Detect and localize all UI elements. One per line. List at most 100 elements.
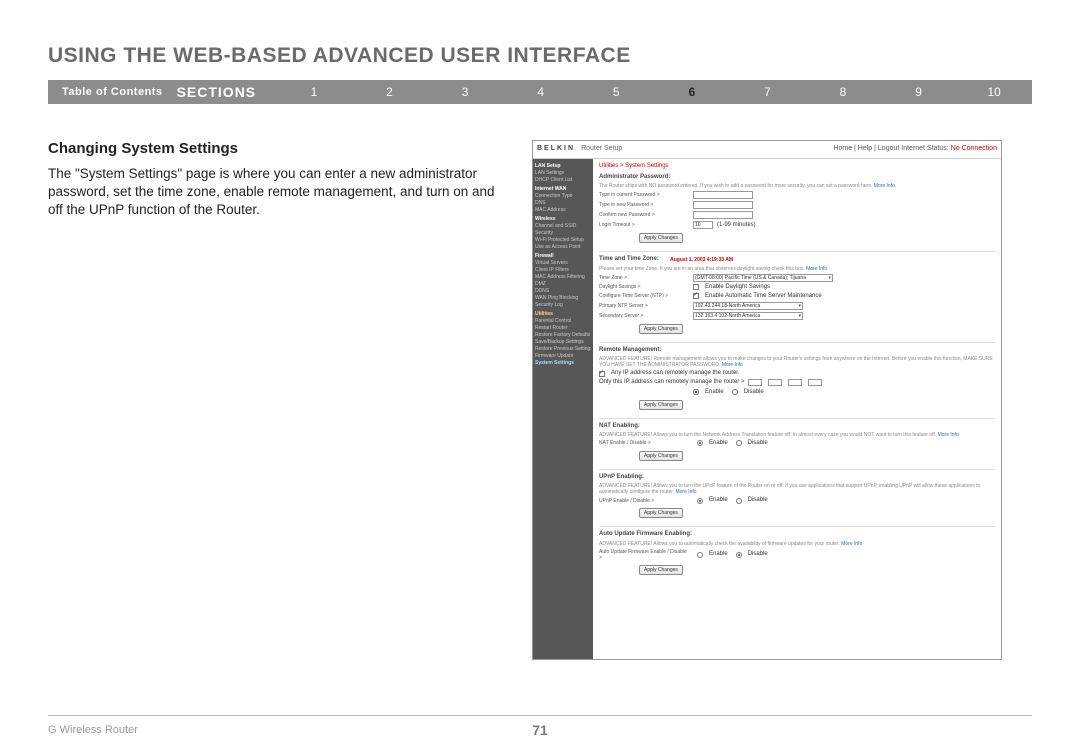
fw-label: Auto Update Firmware Enable / Disable > [599,549,689,561]
tz-label: Time Zone > [599,275,689,281]
apply-button[interactable]: Apply Changes [639,233,683,243]
side-item[interactable]: Restore Factory Defaults [535,332,591,338]
side-item[interactable]: DMZ [535,281,591,287]
remote-enable-radio[interactable] [693,389,699,395]
disable-label: Disable [748,497,768,504]
secondary-select[interactable]: 132.163.4.102-North America [693,312,803,320]
nat-desc: ADVANCED FEATURE! Allows you to turn the… [599,432,995,438]
internet-status: No Connection [951,145,997,152]
admin-heading: Administrator Password: [599,174,995,181]
side-item[interactable]: Security [535,230,591,236]
header-links[interactable]: Home | Help | Logout Internet Status: [833,145,948,152]
side-item[interactable]: Save/Backup Settings [535,339,591,345]
cur-pw-input[interactable] [693,191,753,199]
conf-pw-label: Confirm new Password > [599,212,689,218]
section-10[interactable]: 10 [956,85,1032,99]
side-item[interactable]: Security Log [535,302,591,308]
new-pw-label: Type in new Password > [599,202,689,208]
enable-label: Enable [705,389,724,396]
toc-link[interactable]: Table of Contents [48,86,177,98]
section-9[interactable]: 9 [881,85,957,99]
side-item[interactable]: MAC Address [535,207,591,213]
section-3[interactable]: 3 [427,85,503,99]
side-item[interactable]: Firmware Update [535,353,591,359]
section-5[interactable]: 5 [578,85,654,99]
more-info-link[interactable]: More Info [675,489,696,495]
ts-text: Enable Automatic Time Server Maintenance [705,293,822,300]
section-7[interactable]: 7 [730,85,806,99]
upnp-block: UPnP Enabling: ADVANCED FEATURE! Allows … [599,474,995,518]
side-item-current[interactable]: System Settings [535,360,591,366]
ds-checkbox[interactable] [693,284,699,290]
enable-label: Enable [709,551,728,558]
side-item[interactable]: Client IP Filters [535,267,591,273]
brand-sub: Router Setup [581,145,622,153]
section-1[interactable]: 1 [276,85,352,99]
upnp-enable-radio[interactable] [697,498,703,504]
more-info-link[interactable]: More Info [722,362,743,368]
nat-enable-radio[interactable] [697,440,703,446]
ip-oct-3[interactable] [788,379,802,386]
cur-pw-label: Type in current Password > [599,192,689,198]
side-item[interactable]: Restart Router [535,325,591,331]
side-item[interactable]: MAC Address Filtering [535,274,591,280]
side-item[interactable]: Restore Previous Settings [535,346,591,352]
section-2[interactable]: 2 [352,85,428,99]
more-info-link[interactable]: More Info [938,432,959,438]
fw-enable-radio[interactable] [697,552,703,558]
side-wan: Internet WAN [535,186,591,192]
fw-disable-radio[interactable] [736,552,742,558]
tz-select[interactable]: (GMT-08:00) Pacific Time (US & Canada); … [693,274,833,282]
any-ip-label: Any IP address can remotely manage the r… [611,370,740,377]
side-item[interactable]: DHCP Client List [535,177,591,183]
conf-pw-input[interactable] [693,211,753,219]
timeout-label: Login Timeout > [599,222,689,228]
timeout-input[interactable]: 10 [693,221,713,229]
apply-button[interactable]: Apply Changes [639,508,683,518]
disable-label: Disable [744,389,764,396]
nat-label: NAT Enable / Disable > [599,440,689,446]
any-ip-checkbox[interactable] [599,371,605,377]
apply-button[interactable]: Apply Changes [639,565,683,575]
side-item[interactable]: Channel and SSID [535,223,591,229]
new-pw-input[interactable] [693,201,753,209]
apply-button[interactable]: Apply Changes [639,400,683,410]
side-item[interactable]: DDNS [535,288,591,294]
more-info-link[interactable]: More Info [806,266,827,272]
secondary-label: Secondary Server > [599,313,689,319]
page-title: USING THE WEB-BASED ADVANCED USER INTERF… [48,44,1032,68]
ts-checkbox[interactable] [693,293,699,299]
nat-disable-radio[interactable] [736,440,742,446]
upnp-disable-radio[interactable] [736,498,742,504]
side-item[interactable]: Virtual Servers [535,260,591,266]
side-item[interactable]: Use as Access Point [535,244,591,250]
side-item[interactable]: LAN Settings [535,170,591,176]
apply-button[interactable]: Apply Changes [639,451,683,461]
more-info-link[interactable]: More Info [874,183,895,189]
right-column: BELKIN Router Setup Home | Help | Logout… [532,140,1032,660]
side-item[interactable]: DNS [535,200,591,206]
upnp-desc: ADVANCED FEATURE! Allows you to turn the… [599,483,995,495]
side-item[interactable]: Connection Type [535,193,591,199]
section-4[interactable]: 4 [503,85,579,99]
side-wireless: Wireless [535,216,591,222]
side-item[interactable]: Wi-Fi Protected Setup [535,237,591,243]
side-item[interactable]: Parental Control [535,318,591,324]
router-screenshot: BELKIN Router Setup Home | Help | Logout… [532,140,1002,660]
disable-label: Disable [748,440,768,447]
content: Utilities > System Settings Administrato… [593,159,1001,659]
primary-select[interactable]: 192.43.244.18-North America [693,302,803,310]
side-item[interactable]: WAN Ping Blocking [535,295,591,301]
section-8[interactable]: 8 [805,85,881,99]
nat-heading: NAT Enabling: [599,423,995,430]
ip-oct-1[interactable] [748,379,762,386]
section-6[interactable]: 6 [654,85,730,99]
apply-button[interactable]: Apply Changes [639,324,683,334]
more-info-link[interactable]: More Info [841,541,862,547]
ip-oct-4[interactable] [808,379,822,386]
timeout-note: (1-99 minutes) [717,222,756,229]
fw-block: Auto Update Firmware Enabling: ADVANCED … [599,531,995,574]
shot-header: BELKIN Router Setup Home | Help | Logout… [533,141,1001,159]
ip-oct-2[interactable] [768,379,782,386]
remote-disable-radio[interactable] [732,389,738,395]
